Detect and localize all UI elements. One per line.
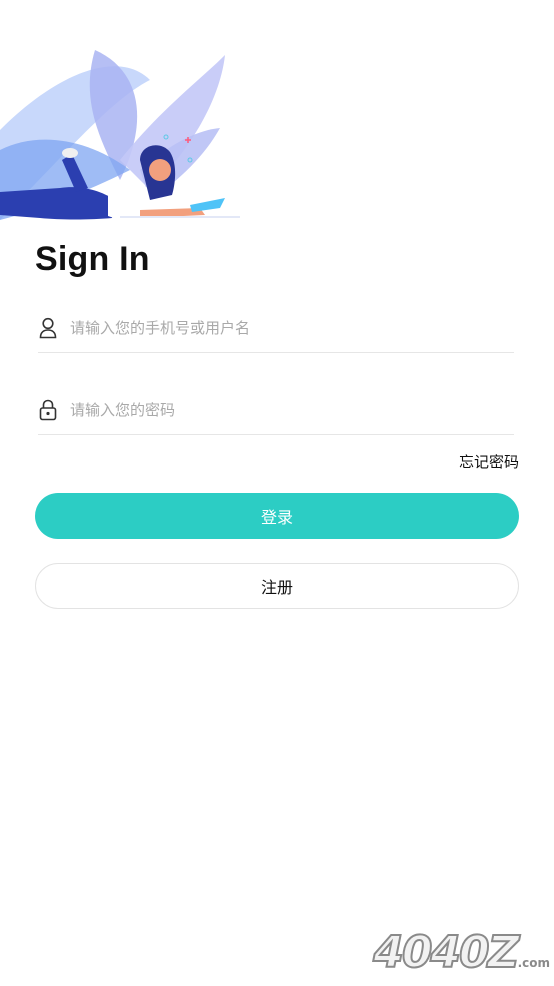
login-button[interactable]: 登录 — [35, 493, 519, 539]
password-input[interactable] — [70, 401, 490, 419]
hero-illustration — [0, 50, 240, 220]
site-watermark: 4040Z.com — [372, 926, 550, 979]
forgot-password-link[interactable]: 忘记密码 — [459, 451, 519, 472]
username-field[interactable] — [38, 304, 514, 353]
watermark-text: 4040Z — [372, 926, 520, 979]
watermark-suffix: .com — [517, 956, 550, 970]
page-title: Sign In — [35, 240, 150, 278]
password-field[interactable] — [38, 386, 514, 435]
user-icon — [38, 316, 58, 340]
lock-icon — [38, 398, 58, 422]
register-button[interactable]: 注册 — [35, 563, 519, 609]
username-input[interactable] — [70, 319, 490, 337]
